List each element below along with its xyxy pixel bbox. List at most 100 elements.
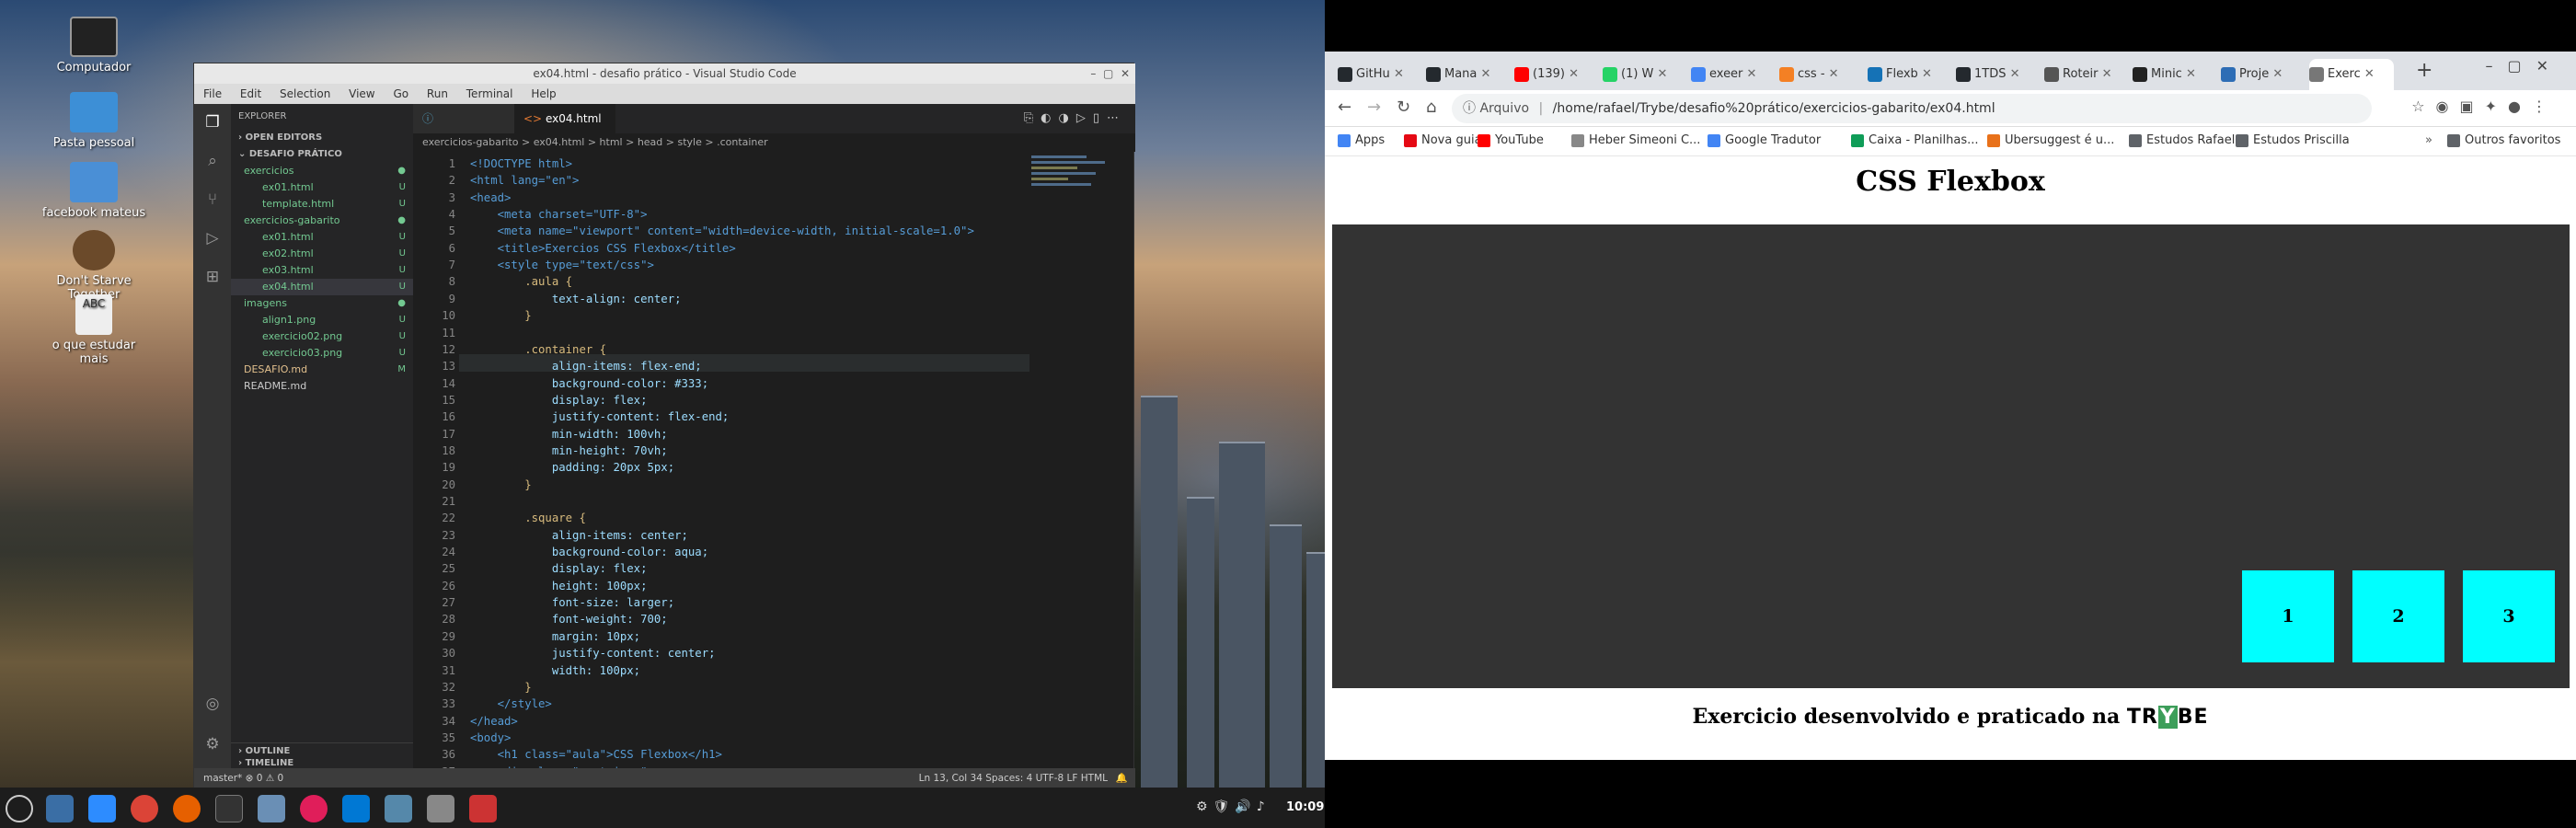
code-editor[interactable]: 1 <!DOCTYPE html> 2 <html lang="en"> 3 <head>… xyxy=(413,152,1135,778)
address-bar[interactable]: ⓘ Arquivo | /home/rafael/Trybe/desafio%2… xyxy=(1452,94,2372,123)
tree-file[interactable]: ex03.html U xyxy=(231,262,413,279)
tab-ex04-html[interactable]: <> ex04.html ✕ xyxy=(514,104,615,155)
tree-folder[interactable]: imagens ● xyxy=(231,295,413,312)
bookmark-item[interactable]: Google Tradutor xyxy=(1708,133,1821,147)
bookmark-item[interactable]: Estudos Priscilla xyxy=(2236,133,2350,147)
new-tab-button[interactable]: + xyxy=(2416,59,2432,82)
bookmark-item[interactable]: YouTube xyxy=(1478,133,1544,147)
menu-selection[interactable]: Selection xyxy=(280,87,330,100)
tree-file[interactable]: ex02.html U xyxy=(231,246,413,262)
bookmark-item[interactable]: Ubersuggest é u... xyxy=(1987,133,2114,147)
close-icon[interactable]: ✕ xyxy=(2006,67,2020,81)
browser-tab[interactable]: exeer ✕ xyxy=(1691,59,1776,90)
show-desktop-icon[interactable] xyxy=(46,795,74,822)
browser-tab[interactable]: GitHu ✕ xyxy=(1338,59,1422,90)
desktop-icon-dont-starve[interactable]: Don't Starve Together xyxy=(39,230,149,302)
tree-file[interactable]: align1.png U xyxy=(231,312,413,328)
browser-tab[interactable]: Mana ✕ xyxy=(1426,59,1511,90)
desktop-icon-home[interactable]: Pasta pessoal xyxy=(39,92,149,150)
tree-file-active[interactable]: ex04.html U xyxy=(231,279,413,295)
browser-tab[interactable]: Roteir ✕ xyxy=(2044,59,2129,90)
browser-tab[interactable]: Exerc ✕ xyxy=(2309,59,2394,90)
desktop-icon-computer[interactable]: Computador xyxy=(39,17,149,75)
menu-help[interactable]: Help xyxy=(531,87,556,100)
search-icon[interactable]: ⌕ xyxy=(201,150,224,172)
clock[interactable]: 10:09 xyxy=(1286,800,1324,814)
account-icon[interactable]: ◎ xyxy=(201,693,224,715)
close-icon[interactable]: ✕ xyxy=(1918,67,1932,81)
bookmark-item[interactable]: Apps xyxy=(1338,133,1385,147)
menu-go[interactable]: Go xyxy=(393,87,408,100)
close-icon[interactable]: ✕ xyxy=(2182,67,2196,81)
menu-run[interactable]: Run xyxy=(427,87,448,100)
close-icon[interactable]: ✕ xyxy=(1742,67,1757,81)
bookmark-item[interactable]: Caixa - Planilhas... xyxy=(1851,133,1979,147)
tree-file[interactable]: exercicio03.png U xyxy=(231,345,413,362)
git-branch-status[interactable]: master* ⊗ 0 ⚠ 0 xyxy=(203,773,283,784)
firefox-icon[interactable] xyxy=(173,795,201,822)
menu-icon[interactable] xyxy=(6,795,33,822)
browser-tab[interactable]: css - ✕ xyxy=(1779,59,1864,90)
bell-icon[interactable]: 🔔 xyxy=(1116,768,1128,788)
more-bookmarks-icon[interactable]: » xyxy=(2425,133,2432,147)
tree-file[interactable]: exercicio02.png U xyxy=(231,328,413,345)
browser-tab[interactable]: Minic ✕ xyxy=(2133,59,2217,90)
outline-section[interactable]: › OUTLINE xyxy=(231,742,413,759)
tree-file[interactable]: DESAFIO.md M xyxy=(231,362,413,378)
tree-file[interactable]: template.html U xyxy=(231,196,413,213)
info-icon[interactable]: ⓘ xyxy=(1463,101,1476,116)
open-editors-section[interactable]: › OPEN EDITORS xyxy=(231,130,413,146)
window-controls[interactable]: – ▢ ✕ xyxy=(1090,63,1130,84)
minimap[interactable] xyxy=(1031,152,1128,225)
browser-tab[interactable]: (139) ✕ xyxy=(1514,59,1599,90)
bookmark-item[interactable]: Estudos Rafael xyxy=(2129,133,2235,147)
home-icon[interactable]: ⌂ xyxy=(1426,98,1436,117)
back-icon[interactable]: ← xyxy=(1338,98,1351,117)
zoom-icon[interactable] xyxy=(88,795,116,822)
close-icon[interactable]: ✕ xyxy=(1825,67,1839,81)
gear-icon[interactable]: ⚙ xyxy=(201,733,224,755)
reload-icon[interactable]: ↻ xyxy=(1397,98,1410,117)
chrome-icon[interactable] xyxy=(131,795,158,822)
tab-desafio-md[interactable]: ⓘ DESAFIO.md xyxy=(413,104,514,155)
close-icon[interactable]: ✕ xyxy=(1565,67,1579,81)
app-icon[interactable] xyxy=(469,795,497,822)
browser-tab[interactable]: Proje ✕ xyxy=(2221,59,2306,90)
forward-icon[interactable]: → xyxy=(1367,98,1381,117)
close-icon[interactable]: ✕ xyxy=(1653,67,1668,81)
editor-actions[interactable]: ⎘◐◑▷▯⋯ xyxy=(1024,111,1126,125)
close-icon[interactable]: ✕ xyxy=(2269,67,2283,81)
extensions-icon[interactable]: ⊞ xyxy=(201,266,224,288)
close-icon[interactable]: ✕ xyxy=(2098,67,2112,81)
tree-folder[interactable]: exercicios-gabarito ● xyxy=(231,213,413,229)
explorer-icon[interactable]: ❐ xyxy=(201,111,224,133)
bookmark-item[interactable]: Nova guia xyxy=(1404,133,1482,147)
bookmark-item[interactable]: Heber Simeoni C... xyxy=(1571,133,1700,147)
menu-file[interactable]: File xyxy=(203,87,222,100)
source-control-icon[interactable]: ⑂ xyxy=(201,189,224,211)
tree-file[interactable]: ex01.html U xyxy=(231,229,413,246)
editor-status[interactable]: Ln 13, Col 34 Spaces: 4 UTF-8 LF HTML xyxy=(919,768,1108,788)
slack-icon[interactable] xyxy=(300,795,328,822)
browser-tab[interactable]: (1) W ✕ xyxy=(1603,59,1687,90)
close-icon[interactable]: ✕ xyxy=(2361,67,2375,81)
bookmark-other[interactable]: Outros favoritos xyxy=(2447,133,2560,147)
breadcrumb[interactable]: exercicios-gabarito > ex04.html > html >… xyxy=(413,133,1135,152)
window-titlebar[interactable]: ex04.html - desafio prático - Visual Stu… xyxy=(194,63,1135,84)
menu-view[interactable]: View xyxy=(349,87,374,100)
tree-file[interactable]: README.md xyxy=(231,378,413,395)
browser-tab[interactable]: 1TDS ✕ xyxy=(1956,59,2041,90)
run-debug-icon[interactable]: ▷ xyxy=(201,227,224,249)
vscode-icon[interactable] xyxy=(342,795,370,822)
tree-folder[interactable]: exercicios ● xyxy=(231,163,413,179)
menu-terminal[interactable]: Terminal xyxy=(466,87,513,100)
files-icon[interactable] xyxy=(258,795,285,822)
app-icon[interactable] xyxy=(427,795,454,822)
terminal-icon[interactable] xyxy=(215,795,243,822)
timeline-section[interactable]: › TIMELINE xyxy=(231,759,413,768)
desktop-icon-facebook[interactable]: facebook mateus xyxy=(39,162,149,220)
browser-tab[interactable]: Flexb ✕ xyxy=(1868,59,1952,90)
tree-file[interactable]: ex01.html U xyxy=(231,179,413,196)
desktop-icon-text-file[interactable]: ABC o que estudar mais xyxy=(39,294,149,366)
workspace-section[interactable]: ⌄ DESAFIO PRÁTICO xyxy=(231,146,413,163)
